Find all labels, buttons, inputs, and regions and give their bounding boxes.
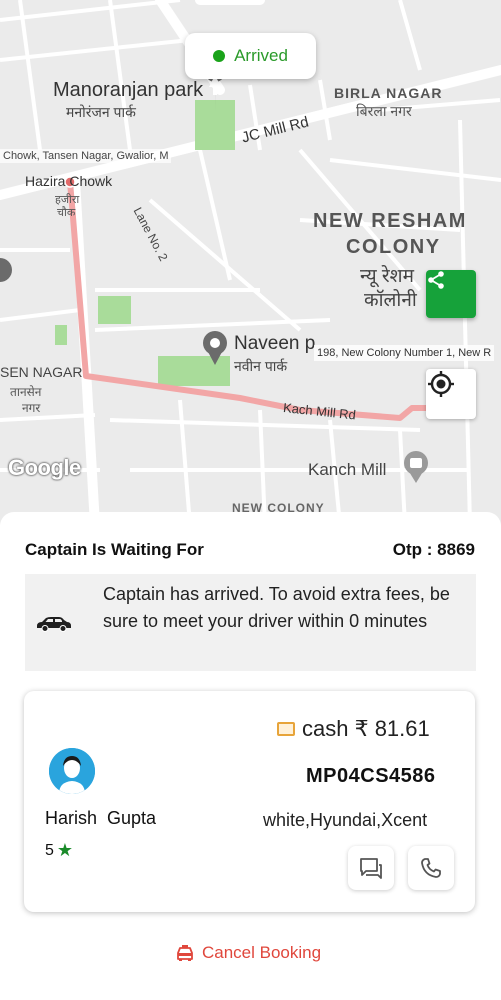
map-view[interactable]: Manoranjan park मनोरंजन पार्क BIRLA NAGA… bbox=[0, 0, 501, 525]
cancel-booking-label: Cancel Booking bbox=[202, 943, 322, 962]
place-label-naveen-park-hindi: नवीन पार्क bbox=[234, 358, 288, 374]
place-label-new-resham-line-1: NEW RESHAM bbox=[313, 210, 467, 232]
place-label-new-resham-hindi-1: न्यू रेशम bbox=[360, 266, 414, 287]
taxi-icon bbox=[177, 945, 193, 961]
share-icon bbox=[428, 271, 444, 289]
place-label-hazira-chowk: Hazira Chowk bbox=[25, 173, 113, 189]
star-icon: ★ bbox=[56, 840, 74, 860]
car-icon bbox=[37, 617, 71, 632]
place-label-birla-nagar-hindi: बिरला नगर bbox=[356, 103, 412, 119]
driver-avatar bbox=[49, 748, 95, 794]
pickup-address-label: Chowk, Tansen Nagar, Gwalior, M bbox=[0, 149, 172, 163]
status-dot-icon bbox=[213, 50, 226, 62]
waiting-title: Captain Is Waiting For bbox=[25, 540, 204, 559]
place-label-hazira-chowk-hindi-2: चौक bbox=[57, 207, 76, 219]
place-label-new-resham-hindi-2: कॉलोनी bbox=[364, 290, 417, 311]
ride-status-label: Arrived bbox=[234, 46, 288, 65]
ride-status-pill: Arrived bbox=[185, 33, 316, 79]
cash-icon bbox=[277, 722, 295, 736]
place-label-naveen-park: Naveen p bbox=[234, 333, 316, 354]
person-icon bbox=[49, 748, 95, 794]
destination-address-label: 198, New Colony Number 1, New R bbox=[314, 345, 495, 361]
place-label-kanch-mill: Kanch Mill bbox=[308, 460, 387, 479]
place-label-manoranjan-park-hindi: मनोरंजन पार्क bbox=[66, 104, 136, 120]
otp-label: Otp : 8869 bbox=[392, 540, 475, 559]
driver-name: Harish Gupta bbox=[45, 808, 157, 828]
my-location-button[interactable] bbox=[426, 369, 476, 419]
driver-rating: 5 ★ bbox=[45, 840, 73, 861]
cancel-booking-button[interactable]: Cancel Booking bbox=[176, 943, 321, 963]
vehicle-description: white,Hyundai,Xcent bbox=[263, 810, 428, 830]
place-label-new-resham-line-2: COLONY bbox=[346, 236, 441, 258]
locate-icon bbox=[428, 371, 454, 397]
vehicle-plate: MP04CS4586 bbox=[306, 765, 436, 787]
place-label-birla-nagar: BIRLA NAGAR bbox=[334, 85, 443, 101]
share-button[interactable] bbox=[426, 270, 476, 318]
chat-button[interactable] bbox=[348, 846, 394, 890]
call-button[interactable] bbox=[408, 846, 454, 890]
arrival-message-text: Captain has arrived. To avoid extra fees… bbox=[103, 584, 450, 631]
place-label-manoranjan-park: Manoranjan park bbox=[53, 79, 204, 101]
phone-icon bbox=[421, 858, 441, 878]
place-label-tansen-nagar: SEN NAGAR bbox=[0, 364, 83, 380]
place-label-tansen-nagar-hindi-2: नगर bbox=[22, 401, 41, 415]
rating-value: 5 bbox=[45, 841, 54, 859]
google-attribution-logo: Google bbox=[8, 455, 81, 480]
fare-amount: cash ₹ 81.61 bbox=[302, 716, 430, 741]
chat-icon bbox=[360, 858, 382, 879]
place-label-tansen-nagar-hindi-1: तानसेन bbox=[10, 385, 42, 399]
